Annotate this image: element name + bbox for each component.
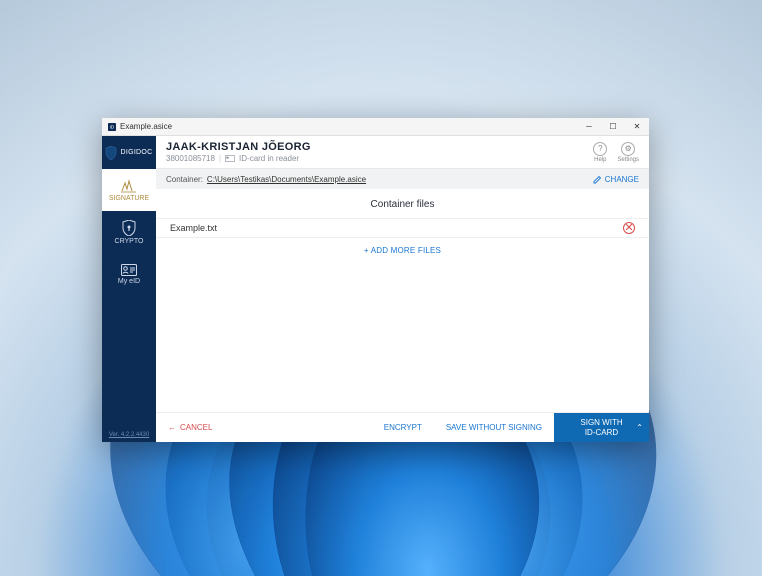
svg-text:iD: iD xyxy=(110,124,115,130)
window-title: Example.asice xyxy=(120,122,172,131)
sidebar-item-myeid[interactable]: My eID xyxy=(102,253,156,295)
separator: | xyxy=(219,154,221,163)
chevron-up-icon: ⌃ xyxy=(636,423,643,433)
file-row[interactable]: Example.txt ✕ xyxy=(156,218,649,238)
help-icon: ? xyxy=(593,142,607,156)
file-name: Example.txt xyxy=(170,223,217,233)
user-name: JAAK-KRISTJAN JÕEORG xyxy=(166,141,593,153)
arrow-left-icon: ← xyxy=(168,423,176,432)
minimize-button[interactable]: ─ xyxy=(577,118,601,136)
remove-file-button[interactable]: ✕ xyxy=(623,222,635,234)
pen-icon xyxy=(120,179,138,193)
body: Container files Example.txt ✕ + ADD MORE… xyxy=(156,189,649,412)
footer: ← CANCEL ENCRYPT SAVE WITHOUT SIGNING SI… xyxy=(156,412,649,442)
id-card-icon xyxy=(121,264,137,276)
settings-button[interactable]: ⚙ Settings xyxy=(617,142,639,163)
card-status: ID-card in reader xyxy=(239,154,299,163)
help-label: Help xyxy=(594,157,606,163)
maximize-button[interactable]: ☐ xyxy=(601,118,625,136)
change-label: CHANGE xyxy=(605,175,639,184)
cancel-button[interactable]: ← CANCEL xyxy=(156,413,224,442)
sidebar-item-label: My eID xyxy=(118,278,140,285)
sidebar-item-crypto[interactable]: CRYPTO xyxy=(102,211,156,253)
sidebar: DIGIDOC SIGNATURE CRYPTO My eID Ver. 4.2… xyxy=(102,136,156,442)
sign-with-id-card-button[interactable]: SIGN WITH ID-CARD ⌃ xyxy=(554,413,649,442)
section-title: Container files xyxy=(156,189,649,218)
add-more-files-button[interactable]: + ADD MORE FILES xyxy=(156,238,649,263)
version-link[interactable]: Ver. 4.2.2.4430 xyxy=(102,428,156,442)
close-button[interactable]: ✕ xyxy=(625,118,649,136)
app-icon: iD xyxy=(108,123,116,131)
content: JAAK-KRISTJAN JÕEORG 38001085718 | ID-ca… xyxy=(156,136,649,442)
container-path-bar: Container: C:\Users\Testikas\Documents\E… xyxy=(156,169,649,189)
pencil-icon xyxy=(593,175,602,184)
sidebar-item-label: SIGNATURE xyxy=(109,195,149,202)
brand: DIGIDOC xyxy=(102,136,156,169)
header: JAAK-KRISTJAN JÕEORG 38001085718 | ID-ca… xyxy=(156,136,649,169)
shield-lock-icon xyxy=(122,220,136,236)
user-code: 38001085718 xyxy=(166,154,215,163)
help-button[interactable]: ? Help xyxy=(593,142,607,163)
container-path[interactable]: C:\Users\Testikas\Documents\Example.asic… xyxy=(207,175,366,184)
sign-label: SIGN WITH ID-CARD xyxy=(580,418,622,437)
encrypt-button[interactable]: ENCRYPT xyxy=(372,413,434,442)
brand-text: DIGIDOC xyxy=(120,149,152,156)
titlebar[interactable]: iD Example.asice ─ ☐ ✕ xyxy=(102,118,649,136)
container-label: Container: xyxy=(166,175,203,184)
sidebar-item-label: CRYPTO xyxy=(115,238,144,245)
change-button[interactable]: CHANGE xyxy=(593,175,639,184)
sidebar-item-signature[interactable]: SIGNATURE xyxy=(102,169,156,211)
card-icon xyxy=(225,155,235,162)
app-window: iD Example.asice ─ ☐ ✕ DIGIDOC SIGNATURE… xyxy=(102,118,649,442)
settings-label: Settings xyxy=(617,157,639,163)
cancel-label: CANCEL xyxy=(180,423,212,432)
gear-icon: ⚙ xyxy=(621,142,635,156)
save-without-signing-button[interactable]: SAVE WITHOUT SIGNING xyxy=(434,413,554,442)
